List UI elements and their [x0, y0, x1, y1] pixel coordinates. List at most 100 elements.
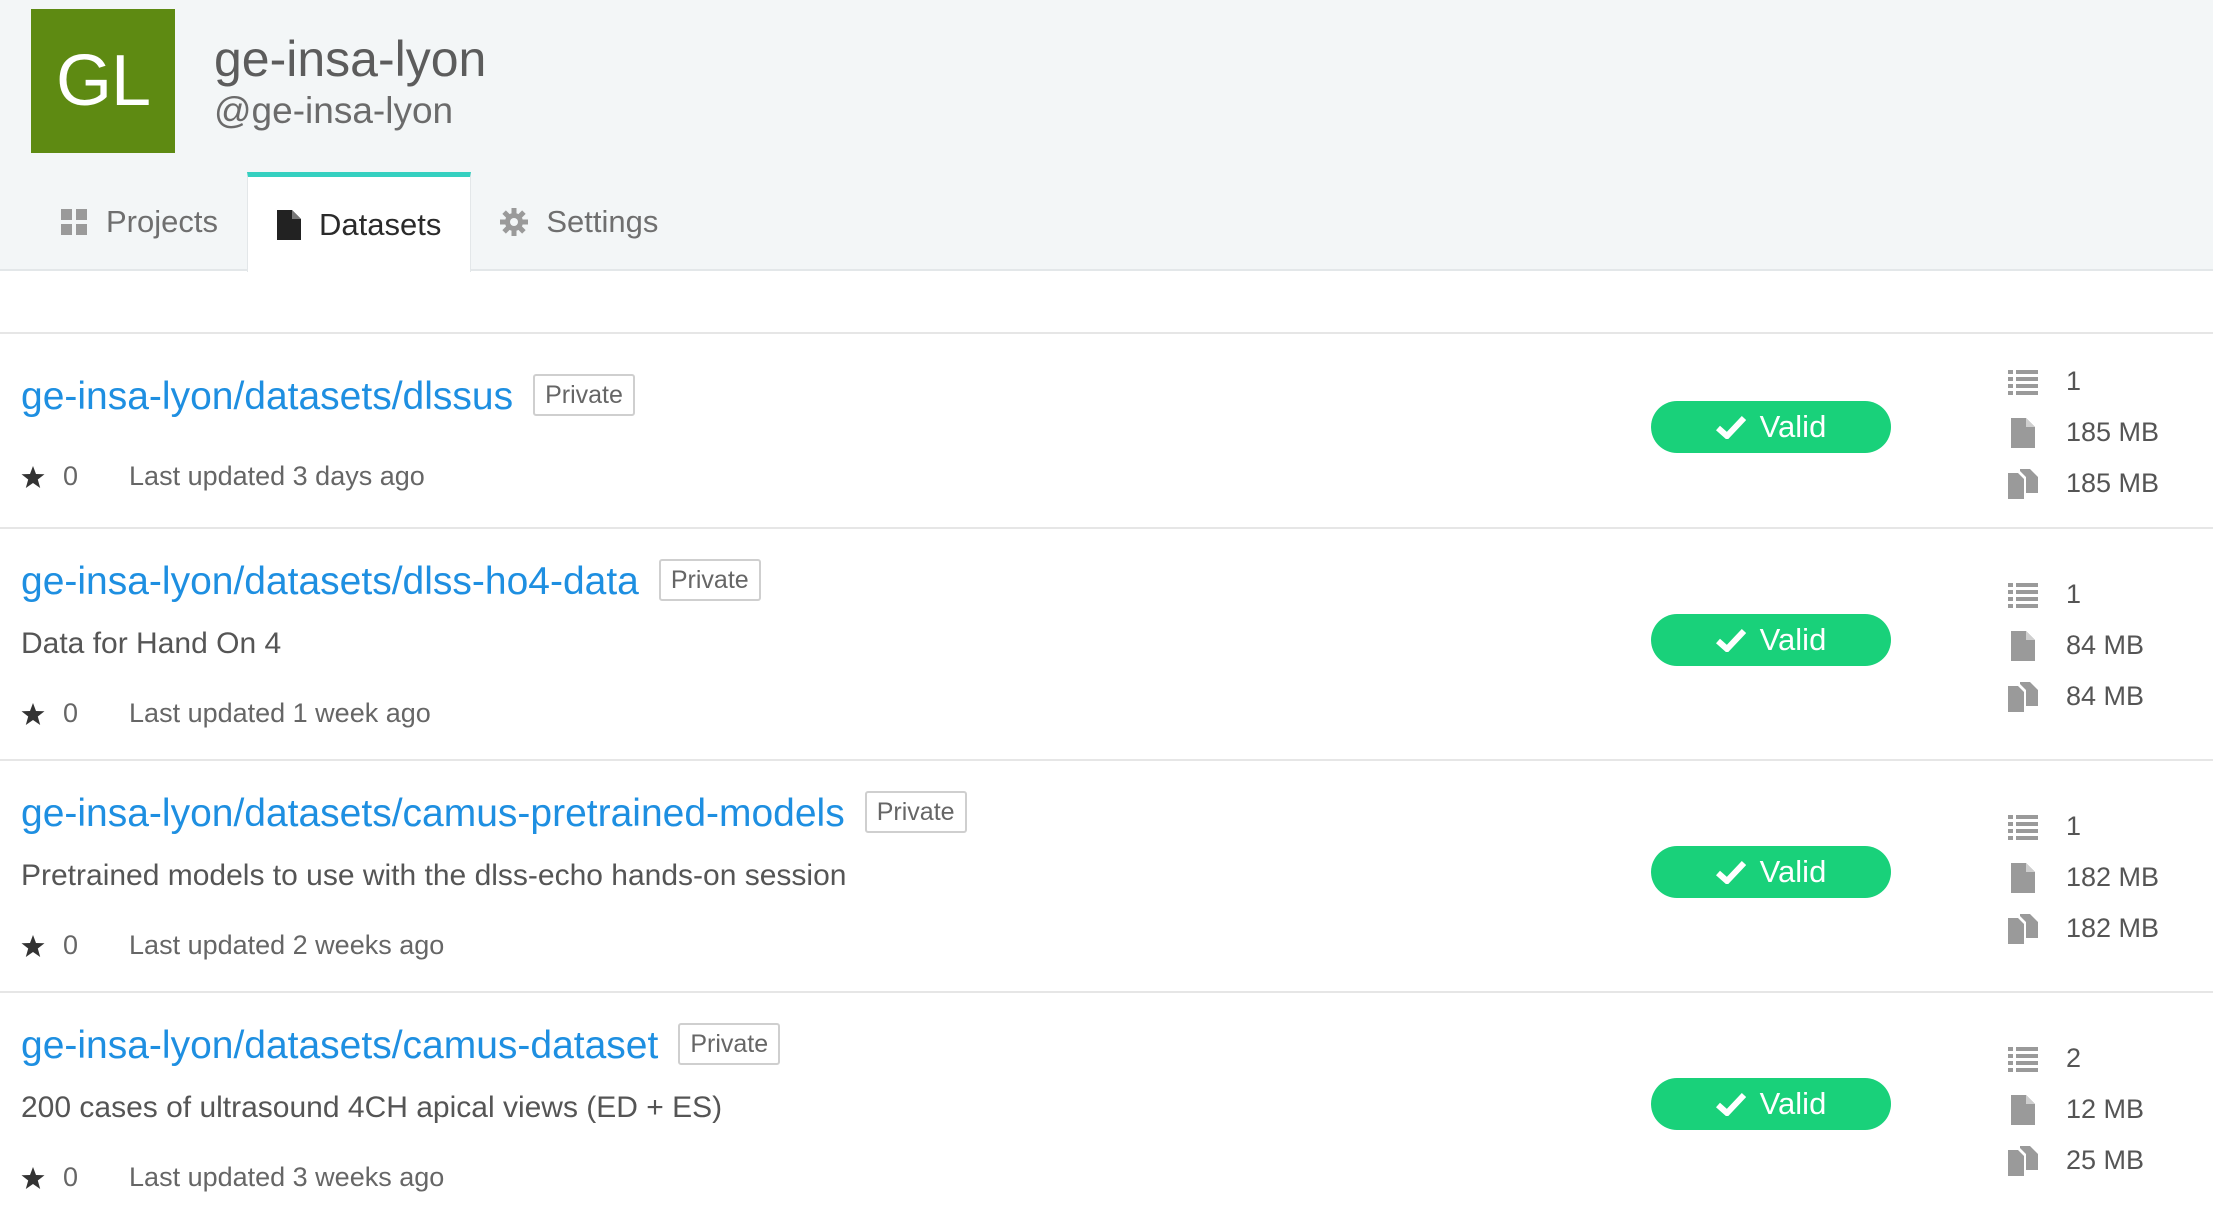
- dataset-stats: 1 182 MB 182 MB: [2006, 801, 2159, 954]
- list-icon: [2006, 814, 2040, 840]
- total-size-value: 185 MB: [2066, 468, 2160, 498]
- dataset-meta: 0 Last updated 3 weeks ago: [21, 1162, 444, 1193]
- dataset-size: 84 MB: [2006, 620, 2144, 671]
- dataset-description: Pretrained models to use with the dlss-e…: [21, 859, 847, 892]
- status-badge: Valid: [1651, 614, 1891, 666]
- star-icon[interactable]: [21, 702, 45, 726]
- files-icon: [2006, 1145, 2040, 1176]
- tab-projects[interactable]: Projects: [31, 173, 247, 271]
- tab-label: Projects: [106, 204, 218, 239]
- org-tabs: Projects Datasets Settings: [31, 172, 687, 272]
- version-count: 2: [2006, 1033, 2144, 1084]
- dataset-link[interactable]: ge-insa-lyon/datasets/dlssus Private: [21, 374, 635, 419]
- dataset-stats: 1 84 MB 84 MB: [2006, 569, 2144, 722]
- status-label: Valid: [1759, 409, 1827, 444]
- dataset-link[interactable]: ge-insa-lyon/datasets/camus-pretrained-m…: [21, 791, 967, 836]
- total-size-value: 84 MB: [2066, 681, 2145, 711]
- privacy-badge: Private: [658, 559, 761, 601]
- star-icon[interactable]: [21, 465, 45, 489]
- dataset-row: ge-insa-lyon/datasets/camus-dataset Priva…: [0, 993, 2213, 1213]
- file-icon: [276, 209, 301, 240]
- tab-datasets[interactable]: Datasets: [246, 172, 472, 272]
- dataset-link[interactable]: ge-insa-lyon/datasets/camus-dataset Priva…: [21, 1023, 781, 1068]
- dataset-description: 200 cases of ultrasound 4CH apical views…: [21, 1091, 723, 1124]
- version-value: 1: [2066, 366, 2082, 396]
- dataset-row: ge-insa-lyon/datasets/dlss-ho4-data Priva…: [0, 529, 2213, 761]
- file-icon: [2006, 630, 2040, 661]
- size-value: 12 MB: [2066, 1094, 2145, 1124]
- total-size-value: 25 MB: [2066, 1145, 2145, 1175]
- dataset-total-size: 84 MB: [2006, 671, 2144, 722]
- privacy-badge: Private: [533, 374, 635, 416]
- dataset-size: 12 MB: [2006, 1084, 2144, 1135]
- dataset-total-size: 182 MB: [2006, 903, 2159, 954]
- star-count: 0: [63, 930, 79, 960]
- tab-settings[interactable]: Settings: [471, 173, 687, 271]
- list-icon: [2006, 582, 2040, 608]
- total-size-value: 182 MB: [2066, 913, 2160, 943]
- dataset-title[interactable]: ge-insa-lyon/datasets/camus-pretrained-m…: [21, 792, 845, 835]
- star-count: 0: [63, 1162, 79, 1192]
- dataset-row: ge-insa-lyon/datasets/camus-pretrained-m…: [0, 761, 2213, 993]
- status-badge: Valid: [1651, 1078, 1891, 1130]
- status-badge: Valid: [1651, 846, 1891, 898]
- org-name: ge-insa-lyon: [214, 31, 487, 87]
- check-icon: [1715, 628, 1746, 652]
- version-count: 1: [2006, 356, 2159, 407]
- list-icon: [2006, 369, 2040, 395]
- dataset-total-size: 25 MB: [2006, 1135, 2144, 1186]
- org-handle: @ge-insa-lyon: [214, 90, 454, 131]
- gear-icon: [500, 208, 529, 236]
- dataset-meta: 0 Last updated 2 weeks ago: [21, 930, 444, 961]
- status-label: Valid: [1759, 622, 1827, 657]
- file-icon: [2006, 1094, 2040, 1125]
- version-value: 1: [2066, 579, 2082, 609]
- star-count: 0: [63, 698, 79, 728]
- dataset-list: ge-insa-lyon/datasets/dlssus Private 0 La…: [0, 332, 2213, 1213]
- last-updated: Last updated 1 week ago: [129, 698, 431, 728]
- last-updated: Last updated 3 weeks ago: [129, 1162, 445, 1192]
- files-icon: [2006, 468, 2040, 499]
- dataset-meta: 0 Last updated 3 days ago: [21, 461, 425, 492]
- dataset-total-size: 185 MB: [2006, 458, 2159, 509]
- size-value: 84 MB: [2066, 630, 2145, 660]
- file-icon: [2006, 862, 2040, 893]
- status-badge: Valid: [1651, 401, 1891, 453]
- dataset-meta: 0 Last updated 1 week ago: [21, 698, 431, 729]
- dataset-description: Data for Hand On 4: [21, 627, 282, 660]
- star-count: 0: [63, 461, 79, 491]
- size-value: 182 MB: [2066, 862, 2160, 892]
- check-icon: [1715, 860, 1746, 884]
- dataset-link[interactable]: ge-insa-lyon/datasets/dlss-ho4-data Priva…: [21, 559, 761, 604]
- privacy-badge: Private: [864, 791, 967, 833]
- dataset-size: 185 MB: [2006, 407, 2159, 458]
- dataset-row: ge-insa-lyon/datasets/dlssus Private 0 La…: [0, 334, 2213, 529]
- privacy-badge: Private: [678, 1023, 781, 1065]
- file-icon: [2006, 417, 2040, 448]
- version-value: 1: [2066, 811, 2082, 841]
- dataset-title[interactable]: ge-insa-lyon/datasets/camus-dataset: [21, 1024, 658, 1067]
- size-value: 185 MB: [2066, 417, 2160, 447]
- version-count: 1: [2006, 569, 2144, 620]
- grid-icon: [60, 208, 88, 236]
- status-label: Valid: [1759, 854, 1827, 889]
- check-icon: [1715, 1092, 1746, 1116]
- last-updated: Last updated 2 weeks ago: [129, 930, 445, 960]
- version-count: 1: [2006, 801, 2159, 852]
- files-icon: [2006, 681, 2040, 712]
- version-value: 2: [2066, 1043, 2082, 1073]
- star-icon[interactable]: [21, 1166, 45, 1190]
- dataset-size: 182 MB: [2006, 852, 2159, 903]
- tab-label: Datasets: [318, 206, 442, 242]
- dataset-stats: 1 185 MB 185 MB: [2006, 356, 2159, 509]
- dataset-stats: 2 12 MB 25 MB: [2006, 1033, 2144, 1186]
- dataset-title[interactable]: ge-insa-lyon/datasets/dlss-ho4-data: [21, 560, 639, 603]
- tab-label: Settings: [546, 204, 659, 239]
- star-icon[interactable]: [21, 934, 45, 958]
- list-icon: [2006, 1046, 2040, 1072]
- status-label: Valid: [1759, 1086, 1827, 1121]
- last-updated: Last updated 3 days ago: [129, 461, 425, 491]
- org-avatar[interactable]: GL: [31, 9, 175, 153]
- dataset-title[interactable]: ge-insa-lyon/datasets/dlssus: [21, 375, 513, 418]
- check-icon: [1715, 415, 1746, 439]
